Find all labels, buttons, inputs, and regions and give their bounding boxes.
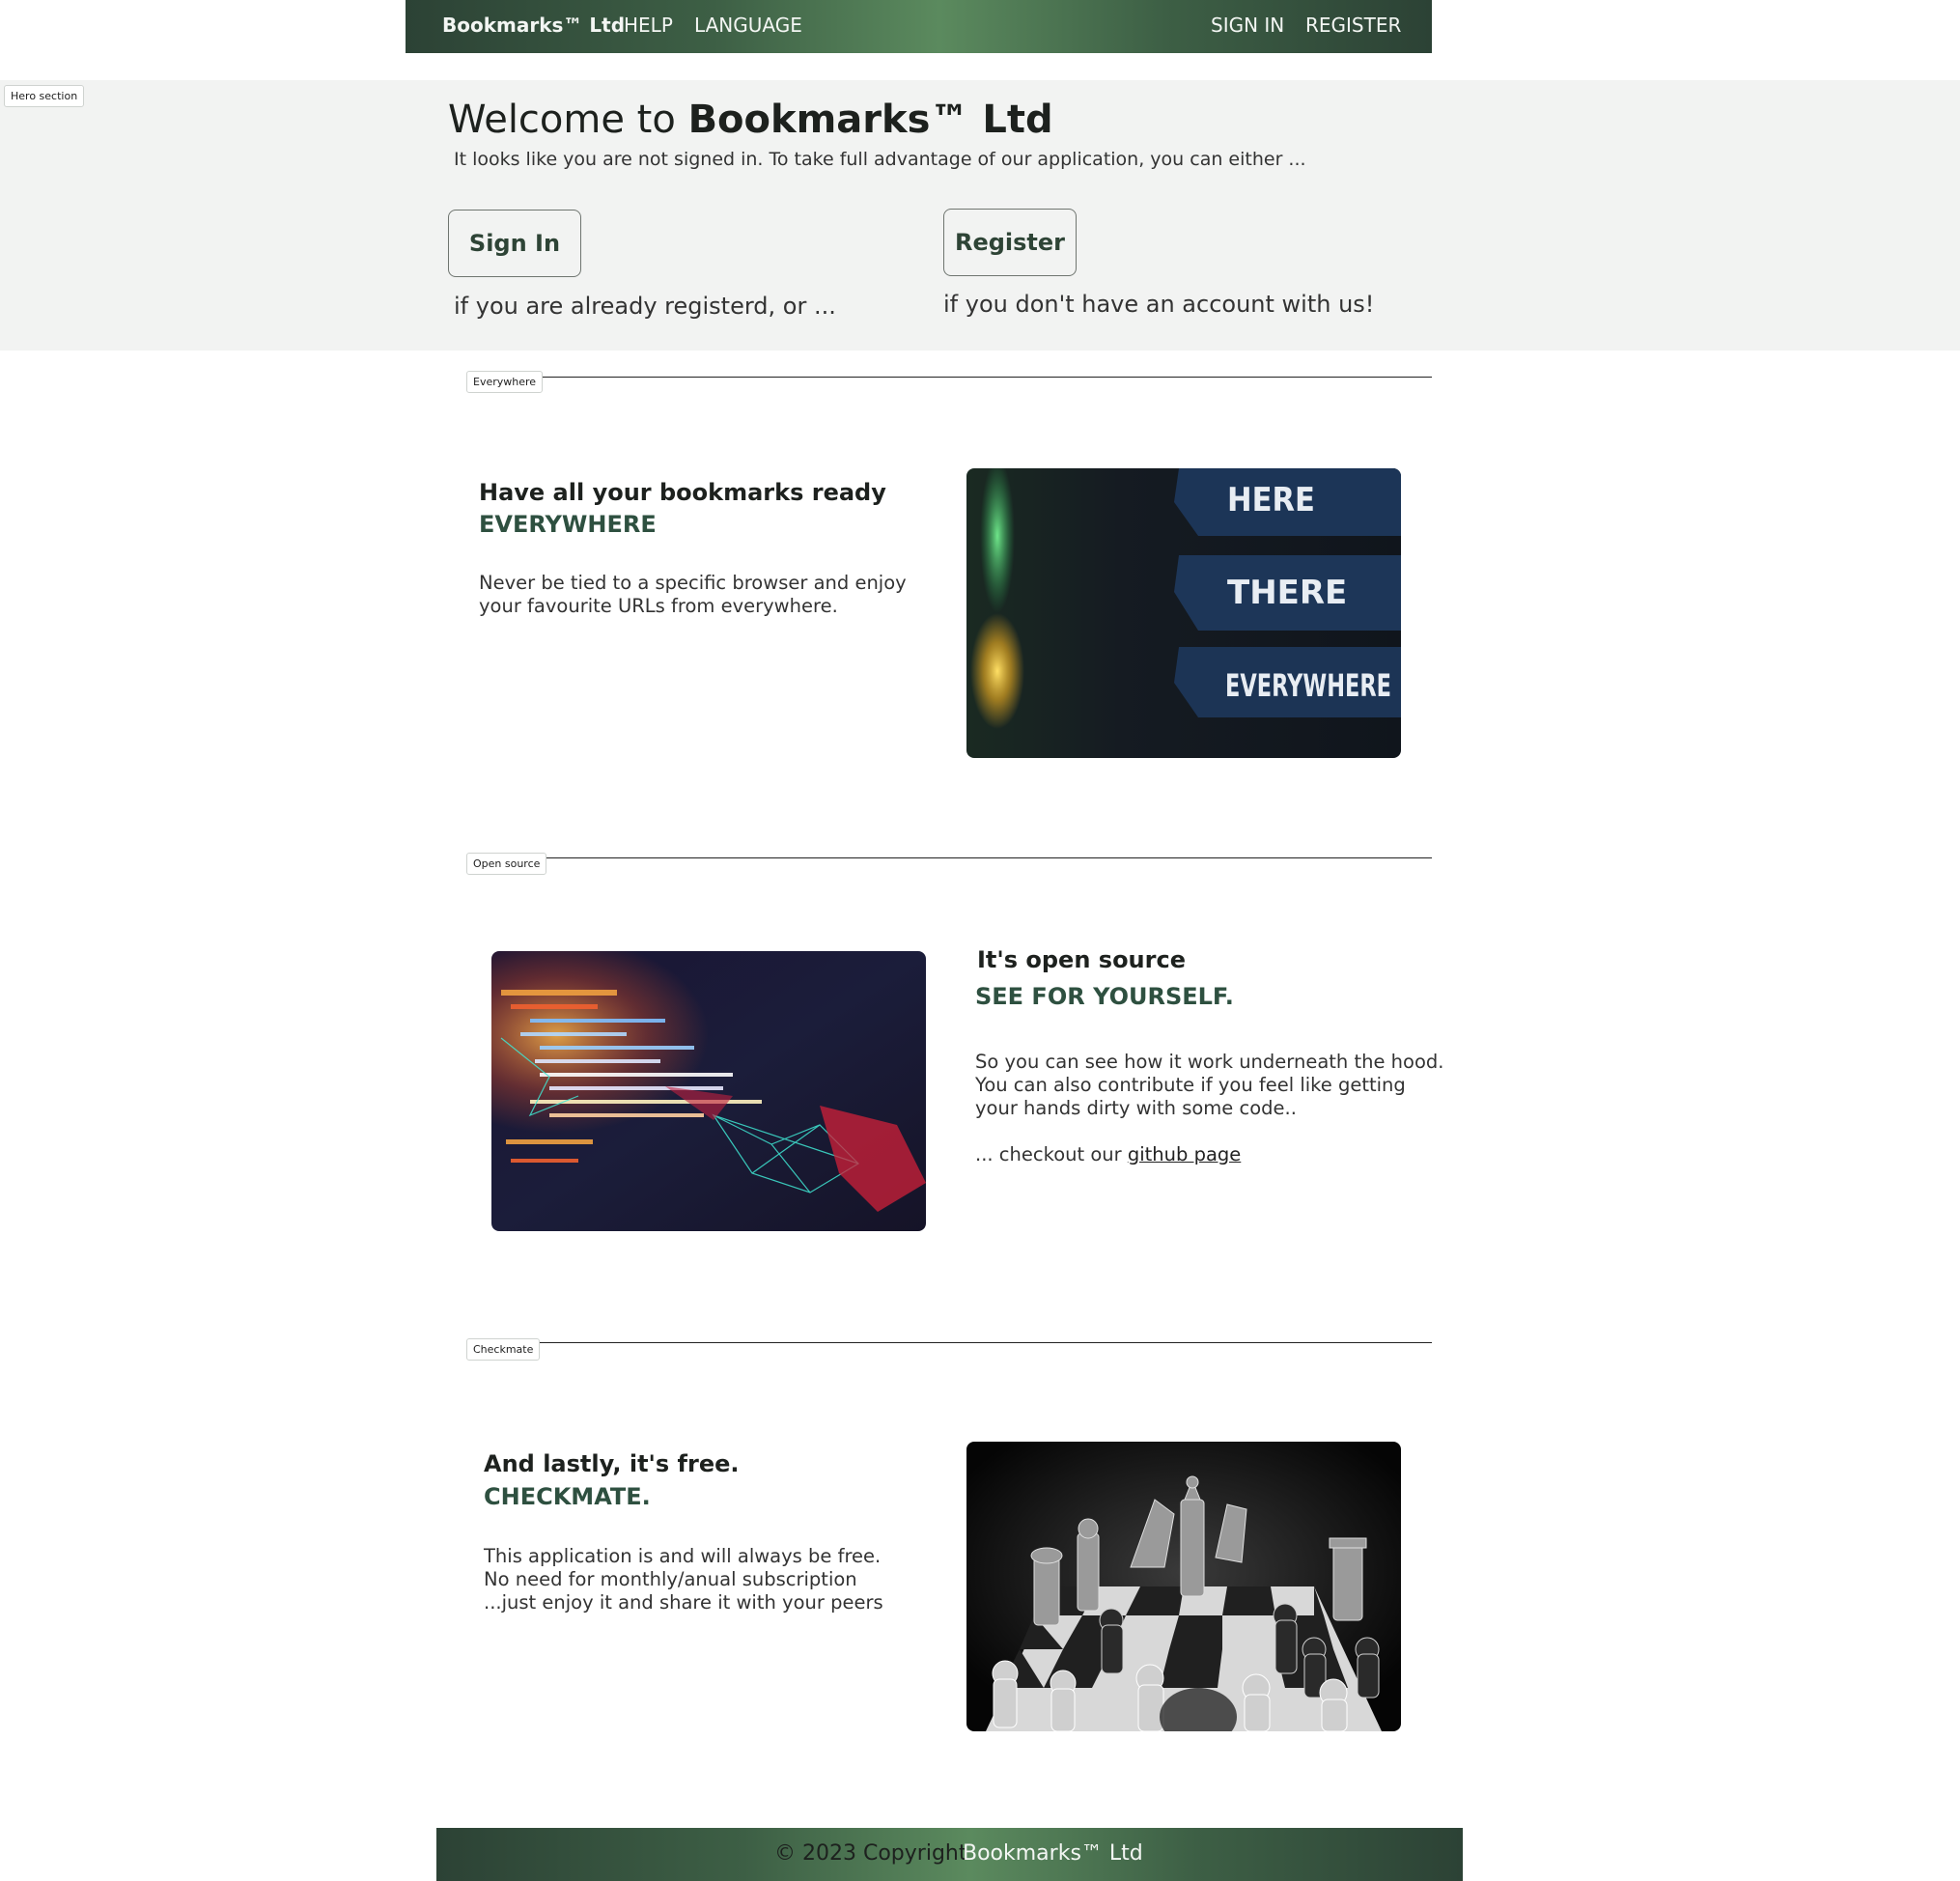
everywhere-body-line: your favourite URLs from everywhere. bbox=[479, 595, 838, 617]
sign-here-text: HERE bbox=[1227, 481, 1315, 519]
top-navbar: Bookmarks™ Ltd HELP LANGUAGE SIGN IN REG… bbox=[406, 0, 1432, 53]
checkout-prefix: ... checkout our bbox=[975, 1143, 1122, 1165]
footer-brand-link[interactable]: Bookmarks™ Ltd bbox=[963, 1841, 1143, 1866]
hero-title: Welcome to Bookmarks™ Ltd bbox=[448, 98, 1053, 142]
nav-language-link[interactable]: LANGUAGE bbox=[694, 14, 802, 37]
nav-register-link[interactable]: REGISTER bbox=[1305, 14, 1401, 37]
section-divider bbox=[536, 1342, 1432, 1343]
open-source-section-tag: Open source bbox=[466, 853, 547, 875]
register-button[interactable]: Register bbox=[943, 209, 1077, 276]
section-divider bbox=[536, 377, 1432, 378]
checkmate-body-line: No need for monthly/anual subscription bbox=[484, 1568, 857, 1590]
open-source-body: So you can see how it work underneath th… bbox=[975, 1051, 1443, 1166]
everywhere-title: Have all your bookmarks ready bbox=[479, 479, 886, 506]
code-abstract-image bbox=[491, 951, 926, 1231]
checkmate-body-line: ...just enjoy it and share it with your … bbox=[484, 1591, 883, 1614]
checkmate-title: And lastly, it's free. bbox=[484, 1450, 740, 1477]
hero-section-tag: Hero section bbox=[4, 85, 85, 107]
footer: © 2023 Copyright Bookmarks™ Ltd bbox=[436, 1828, 1463, 1881]
hero-title-brand: Bookmarks™ Ltd bbox=[687, 98, 1053, 142]
sign-everywhere-text: EVERYWHERE bbox=[1225, 667, 1391, 704]
register-note: if you don't have an account with us! bbox=[943, 291, 1375, 318]
everywhere-signs-image: HERE THERE EVERYWHERE bbox=[966, 468, 1401, 758]
sign-in-button[interactable]: Sign In bbox=[448, 210, 581, 277]
chess-board-image bbox=[966, 1442, 1401, 1731]
nav-sign-in-link[interactable]: SIGN IN bbox=[1211, 14, 1284, 37]
checkmate-body: This application is and will always be f… bbox=[484, 1545, 883, 1614]
sign-there-text: THERE bbox=[1227, 574, 1347, 612]
open-source-body-line: You can also contribute if you feel like… bbox=[975, 1074, 1406, 1096]
everywhere-accent: EVERYWHERE bbox=[479, 511, 657, 538]
everywhere-section-tag: Everywhere bbox=[466, 371, 544, 393]
everywhere-body: Never be tied to a specific browser and … bbox=[479, 572, 907, 618]
everywhere-body-line: Never be tied to a specific browser and … bbox=[479, 572, 907, 594]
open-source-title: It's open source bbox=[977, 946, 1186, 973]
checkmate-section-tag: Checkmate bbox=[466, 1338, 541, 1361]
nav-help-link[interactable]: HELP bbox=[624, 14, 673, 37]
brand-link[interactable]: Bookmarks™ Ltd bbox=[442, 14, 625, 37]
sign-in-note: if you are already registerd, or ... bbox=[454, 293, 836, 320]
hero-title-prefix: Welcome to bbox=[448, 98, 676, 142]
open-source-accent: SEE FOR YOURSELF. bbox=[975, 983, 1234, 1010]
github-page-link[interactable]: github page bbox=[1128, 1143, 1241, 1165]
open-source-body-line: So you can see how it work underneath th… bbox=[975, 1051, 1444, 1073]
checkmate-body-line: This application is and will always be f… bbox=[484, 1545, 882, 1567]
open-source-body-line: your hands dirty with some code.. bbox=[975, 1097, 1297, 1119]
section-divider bbox=[541, 857, 1432, 858]
checkmate-accent: CHECKMATE. bbox=[484, 1483, 651, 1510]
hero-section: Hero section Welcome to Bookmarks™ Ltd I… bbox=[0, 80, 1960, 351]
hero-subtitle: It looks like you are not signed in. To … bbox=[454, 149, 1306, 170]
footer-copyright: © 2023 Copyright bbox=[774, 1841, 967, 1866]
checkout-line: ... checkout our github page bbox=[975, 1143, 1443, 1166]
